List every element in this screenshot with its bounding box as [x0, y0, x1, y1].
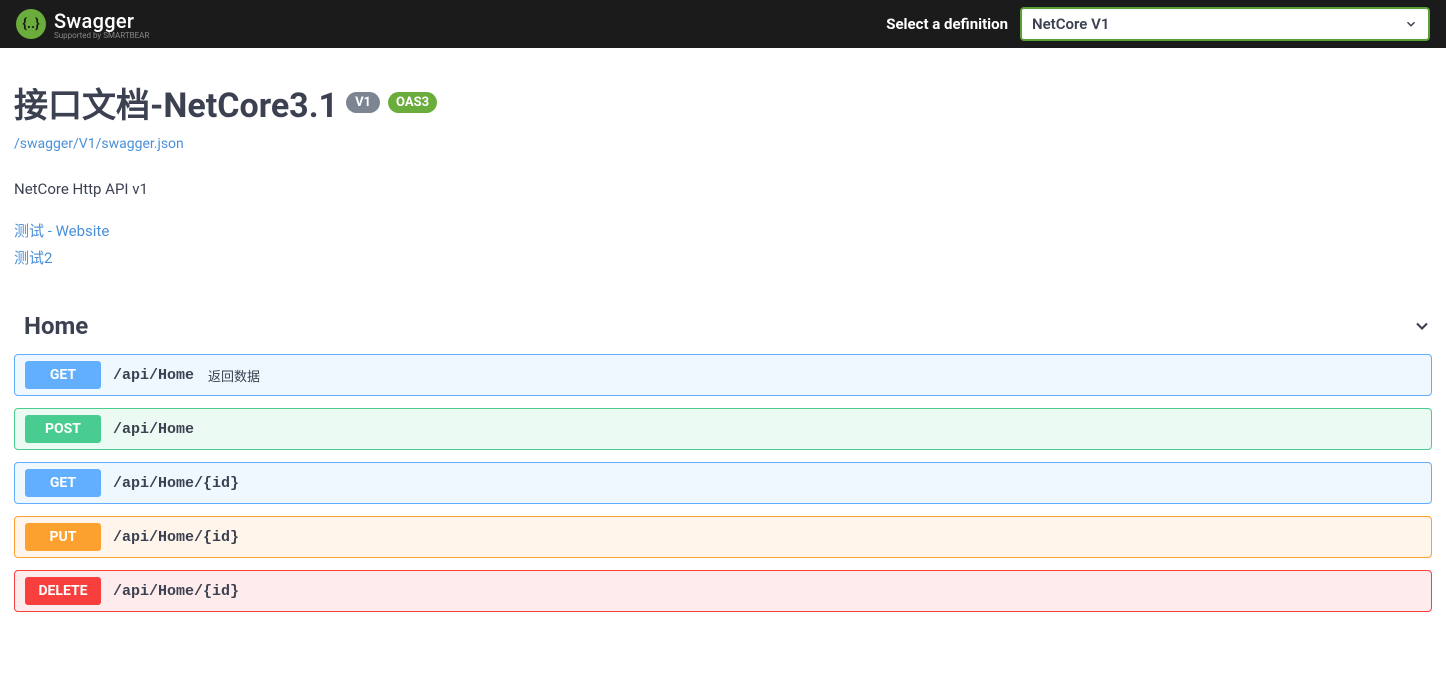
swagger-logo-text: Swagger	[54, 9, 149, 33]
info-section: 接口文档-NetCore3.1 V1 OAS3 /swagger/V1/swag…	[0, 48, 1446, 294]
tag-section: Home GET/api/Home返回数据POST/api/HomeGET/ap…	[0, 294, 1446, 644]
definition-label: Select a definition	[886, 15, 1008, 33]
method-badge: PUT	[25, 523, 101, 551]
smartbear-label: Supported by SMARTBEAR	[54, 31, 149, 40]
operation-path: /api/Home	[113, 421, 194, 438]
operation-path: /api/Home	[113, 367, 194, 384]
contact-links: 测试 - Website 测试2	[14, 220, 1432, 268]
contact-link-website[interactable]: 测试 - Website	[14, 220, 1432, 241]
contact-link-email[interactable]: 测试2	[14, 247, 1432, 268]
opblock-post-1[interactable]: POST/api/Home	[14, 408, 1432, 450]
operation-path: /api/Home/{id}	[113, 529, 239, 546]
operation-path: /api/Home/{id}	[113, 583, 239, 600]
method-badge: POST	[25, 415, 101, 443]
swagger-logo: {..} Swagger Supported by SMARTBEAR	[16, 9, 149, 40]
opblock-get-0[interactable]: GET/api/Home 返回数据	[14, 354, 1432, 396]
definition-select[interactable]: NetCore V1	[1020, 7, 1430, 41]
version-badge: V1	[346, 92, 380, 113]
operations-list: GET/api/Home返回数据POST/api/HomeGET/api/Hom…	[14, 354, 1432, 612]
opblock-get-2[interactable]: GET/api/Home/{id}	[14, 462, 1432, 504]
oas-badge: OAS3	[388, 92, 437, 113]
method-badge: DELETE	[25, 577, 101, 605]
method-badge: GET	[25, 361, 101, 389]
spec-url-link[interactable]: /swagger/V1/swagger.json	[14, 136, 184, 152]
chevron-down-icon	[1404, 17, 1418, 31]
tag-header[interactable]: Home	[14, 304, 1432, 354]
opblock-put-3[interactable]: PUT/api/Home/{id}	[14, 516, 1432, 558]
swagger-icon: {..}	[16, 9, 46, 39]
definition-selected-value: NetCore V1	[1032, 15, 1109, 33]
api-description: NetCore Http API v1	[14, 180, 1432, 198]
topbar: {..} Swagger Supported by SMARTBEAR Sele…	[0, 0, 1446, 48]
method-badge: GET	[25, 469, 101, 497]
chevron-down-icon	[1412, 316, 1432, 336]
opblock-delete-4[interactable]: DELETE/api/Home/{id}	[14, 570, 1432, 612]
operation-summary: 返回数据	[208, 366, 260, 385]
tag-name: Home	[24, 312, 88, 340]
operation-path: /api/Home/{id}	[113, 475, 239, 492]
api-title: 接口文档-NetCore3.1	[14, 78, 338, 127]
definition-container: Select a definition NetCore V1	[886, 7, 1430, 41]
